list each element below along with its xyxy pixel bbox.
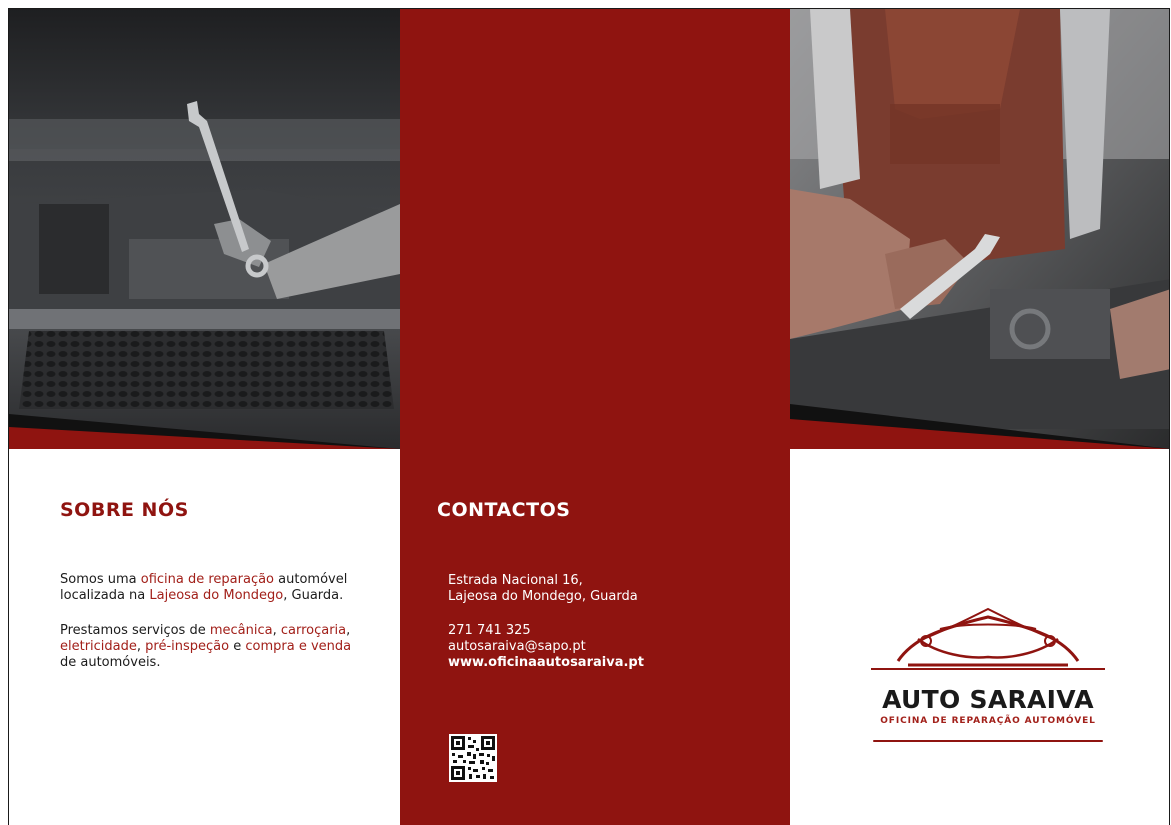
highlight: compra e venda <box>245 639 352 654</box>
highlight: Lajeosa do Mondego <box>149 588 284 603</box>
mechanic-engine-photo <box>790 9 1169 449</box>
auto-saraiva-logo: AUTO SARAIVA OFICINA DE REPARAÇÃO AUTOMÓ… <box>868 599 1108 744</box>
about-title: SOBRE NÓS <box>60 499 189 521</box>
qr-code-icon[interactable] <box>449 734 497 782</box>
highlight: oficina de reparação <box>140 572 275 587</box>
photo-left-graphic <box>9 9 400 449</box>
address-line-1: Estrada Nacional 16, <box>448 573 583 588</box>
contact-info: Estrada Nacional 16, Lajeosa do Mondego,… <box>448 573 748 671</box>
brand-name: AUTO SARAIVA <box>882 685 1094 714</box>
contacts-panel: CONTACTOS Estrada Nacional 16, Lajeosa d… <box>400 9 790 825</box>
address-line-2: Lajeosa do Mondego, Guarda <box>448 589 638 604</box>
highlight: carroçaria <box>280 623 347 638</box>
brochure: SOBRE NÓS Somos uma oficina de reparação… <box>8 8 1170 825</box>
email-address[interactable]: autosaraiva@sapo.pt <box>448 639 748 655</box>
highlight: pré-inspeção <box>145 639 230 654</box>
highlight: mecânica <box>209 623 273 638</box>
brand-tagline: OFICINA DE REPARAÇÃO AUTOMÓVEL <box>880 716 1096 726</box>
logo-panel: AUTO SARAIVA OFICINA DE REPARAÇÃO AUTOMÓ… <box>790 9 1169 825</box>
logo-underline <box>873 740 1103 742</box>
car-logo-icon <box>871 607 1105 670</box>
contacts-title: CONTACTOS <box>437 499 571 521</box>
mechanic-wrench-photo <box>9 9 400 449</box>
highlight: eletricidade <box>60 639 137 654</box>
about-paragraph-2: Prestamos serviços de mecânica, carroçar… <box>60 623 352 670</box>
photo-right-graphic <box>790 9 1169 449</box>
about-paragraph-1: Somos uma oficina de reparação automóvel… <box>60 572 348 603</box>
about-panel: SOBRE NÓS Somos uma oficina de reparação… <box>9 9 400 825</box>
phone-number[interactable]: 271 741 325 <box>448 623 748 639</box>
website-link[interactable]: www.oficinaautosaraiva.pt <box>448 655 748 671</box>
about-text: Somos uma oficina de reparação automóvel… <box>60 572 370 690</box>
